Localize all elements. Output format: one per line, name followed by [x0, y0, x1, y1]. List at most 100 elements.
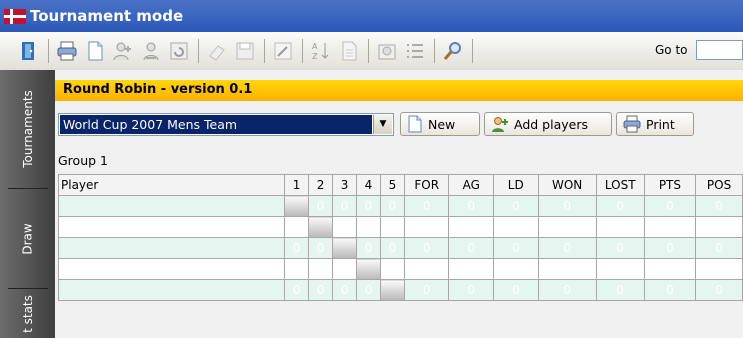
score-cell[interactable]: 0 [356, 279, 381, 301]
score-cell[interactable]: 0 [379, 258, 405, 280]
score-cell[interactable]: 0 [332, 258, 357, 280]
score-cell[interactable]: 0 [379, 195, 405, 217]
tab-draw[interactable]: Draw [8, 189, 48, 289]
diagonal-cell [284, 195, 310, 217]
score-cell[interactable]: 0 [332, 195, 357, 217]
score-cell[interactable]: 0 [284, 279, 310, 301]
stat-cell: 0 [595, 279, 645, 301]
sort-icon[interactable]: AZ [310, 40, 332, 62]
score-cell[interactable]: 0 [284, 216, 310, 238]
group-label: Group 1 [58, 153, 108, 168]
exit-icon[interactable] [18, 40, 40, 62]
new-document-icon[interactable] [84, 40, 106, 62]
stat-cell: 0 [643, 237, 697, 259]
score-cell[interactable]: 0 [308, 258, 334, 280]
stat-cell: 0 [595, 195, 645, 217]
column-header[interactable]: LOST [595, 174, 645, 196]
svg-text:A: A [312, 42, 318, 51]
player-cell[interactable] [57, 237, 286, 259]
table-row[interactable]: 0 0 0 0 0 0 0 0 0 0 0 [57, 195, 743, 217]
save-icon[interactable] [234, 40, 256, 62]
tournament-select[interactable]: World Cup 2007 Mens Team ▼ [58, 113, 394, 136]
player-cell[interactable] [57, 216, 286, 238]
print-button-label: Print [646, 116, 675, 132]
tab-tournaments[interactable]: Tournaments [8, 70, 48, 189]
diagonal-cell [308, 216, 334, 238]
column-header[interactable]: PTS [643, 174, 697, 196]
new-button-label: New [428, 116, 456, 132]
danish-flag-icon [4, 9, 26, 24]
table-row[interactable]: 0 0 0 0 0 0 0 0 0 0 0 [57, 279, 743, 301]
column-header[interactable]: 3 [332, 174, 357, 196]
stat-cell: 0 [695, 258, 743, 280]
stat-cell: 0 [695, 237, 743, 259]
tab-stats[interactable]: t stats [8, 289, 48, 338]
score-cell[interactable]: 0 [356, 195, 381, 217]
column-header[interactable]: 1 [284, 174, 310, 196]
print-icon [623, 115, 641, 133]
stat-cell: 0 [595, 216, 645, 238]
score-cell[interactable]: 0 [308, 279, 334, 301]
edit-icon[interactable] [272, 40, 294, 62]
column-header[interactable]: 4 [356, 174, 381, 196]
stat-cell: 0 [403, 258, 450, 280]
score-cell[interactable]: 0 [284, 237, 310, 259]
table-row[interactable]: 0 0 0 0 0 0 0 0 0 0 0 [57, 237, 743, 259]
score-cell[interactable]: 0 [379, 237, 405, 259]
score-cell[interactable]: 0 [356, 237, 381, 259]
goto-label: Go to [655, 43, 688, 57]
score-cell[interactable]: 0 [332, 216, 357, 238]
stat-cell: 0 [537, 216, 597, 238]
diagonal-cell [379, 279, 405, 301]
player-cell[interactable] [57, 258, 286, 280]
score-cell[interactable]: 0 [308, 195, 334, 217]
stat-cell: 0 [595, 258, 645, 280]
panel-header: Round Robin - version 0.1 [55, 80, 743, 101]
stat-cell: 0 [595, 237, 645, 259]
column-header[interactable]: FOR [403, 174, 450, 196]
score-cell[interactable]: 0 [356, 216, 381, 238]
diagonal-cell [332, 237, 357, 259]
new-document-icon [408, 115, 422, 133]
stat-cell: 0 [537, 258, 597, 280]
column-header[interactable]: 2 [308, 174, 334, 196]
stat-cell: 0 [695, 195, 743, 217]
column-header[interactable]: 5 [379, 174, 405, 196]
score-cell[interactable]: 0 [332, 279, 357, 301]
column-header[interactable]: AG [448, 174, 494, 196]
stat-cell: 0 [493, 216, 539, 238]
table-row[interactable]: 0 0 0 0 0 0 0 0 0 0 0 [57, 258, 743, 280]
score-cell[interactable]: 0 [379, 216, 405, 238]
score-cell[interactable]: 0 [284, 258, 310, 280]
remove-player-icon[interactable] [140, 40, 162, 62]
column-header[interactable]: POS [695, 174, 743, 196]
stat-cell: 0 [537, 279, 597, 301]
document-icon[interactable] [338, 40, 360, 62]
eraser-icon[interactable] [206, 40, 228, 62]
stat-cell: 0 [403, 216, 450, 238]
refresh-icon[interactable] [168, 40, 190, 62]
table-row[interactable]: 0 0 0 0 0 0 0 0 0 0 0 [57, 216, 743, 238]
add-players-button[interactable]: Add players [484, 112, 612, 136]
main-panel: Round Robin - version 0.1 World Cup 2007… [55, 70, 743, 338]
print-button[interactable]: Print [616, 112, 694, 136]
title-bar: Tournament mode [0, 0, 743, 32]
print-icon[interactable] [56, 40, 78, 62]
selected-tournament: World Cup 2007 Mens Team [60, 115, 372, 134]
add-player-icon[interactable] [112, 40, 134, 62]
score-cell[interactable]: 0 [308, 237, 334, 259]
player-cell[interactable] [57, 195, 286, 217]
column-header[interactable]: LD [493, 174, 539, 196]
archive-icon[interactable] [376, 40, 398, 62]
stat-cell: 0 [448, 195, 494, 217]
stat-cell: 0 [643, 216, 697, 238]
stat-cell: 0 [493, 237, 539, 259]
player-cell[interactable] [57, 279, 286, 301]
list-icon[interactable] [404, 40, 426, 62]
goto-input[interactable] [696, 40, 743, 60]
new-button[interactable]: New [400, 112, 480, 136]
chevron-down-icon[interactable]: ▼ [373, 115, 392, 134]
column-header[interactable]: WON [537, 174, 597, 196]
column-header[interactable]: Player [57, 174, 286, 196]
search-icon[interactable] [442, 40, 464, 62]
